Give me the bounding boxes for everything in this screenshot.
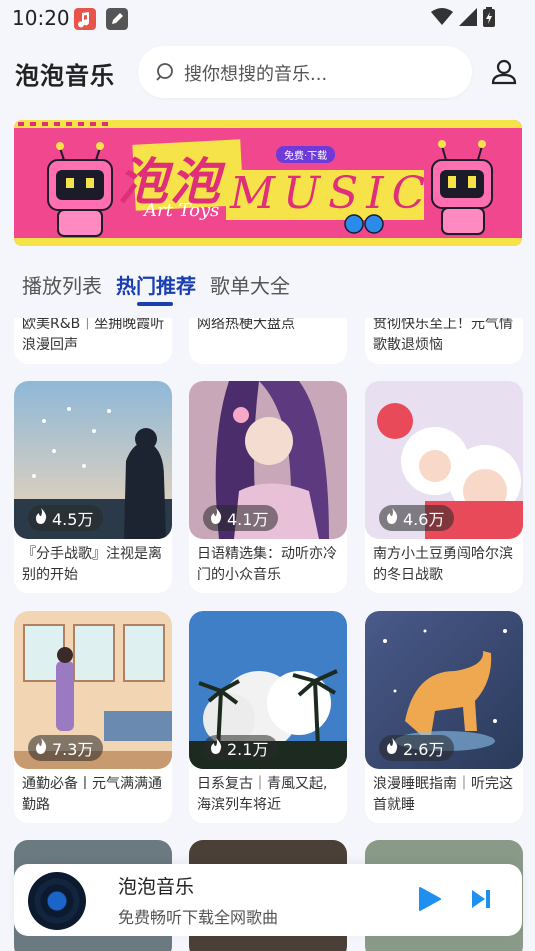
card-title: 欧美R&B｜坐拥晚霞听浪漫回声: [22, 318, 165, 353]
play-count-badge: 4.6万: [379, 505, 455, 531]
playlist-card[interactable]: 4.1万 日语精选集：动听亦冷门的小众音乐: [189, 381, 347, 593]
search-input[interactable]: 搜你想搜的音乐...: [138, 46, 472, 98]
play-count-badge: 2.1万: [203, 735, 279, 761]
playlist-cover: 7.3万: [14, 611, 172, 769]
playlist-feed[interactable]: 欧美R&B｜坐拥晚霞听浪漫回声 网络热梗大盘点 贯彻快乐至上！元气情歌散退烦恼 …: [0, 318, 535, 951]
card-title: 南方小土豆勇闯哈尔滨的冬日战歌: [373, 546, 513, 583]
card-title: 『分手战歌』注视是离别的开始: [22, 546, 162, 583]
mini-player[interactable]: 泡泡音乐 免费畅听下载全网歌曲: [14, 864, 522, 936]
playlist-cover: 2.6万: [365, 611, 523, 769]
wifi-icon: [431, 8, 453, 30]
play-count: 2.6万: [403, 740, 445, 759]
header: 泡泡音乐 搜你想搜的音乐...: [0, 36, 535, 108]
tab-playlist[interactable]: 播放列表: [22, 270, 102, 299]
note-app-notification-icon: [106, 8, 128, 30]
battery-icon: [483, 7, 495, 31]
music-app-notification-icon: [74, 8, 96, 30]
play-count: 2.1万: [227, 740, 269, 759]
search-placeholder: 搜你想搜的音乐...: [184, 64, 328, 85]
mini-player-subtitle: 免费畅听下载全网歌曲: [118, 908, 279, 927]
playlist-card[interactable]: 欧美R&B｜坐拥晚霞听浪漫回声: [14, 318, 172, 364]
playlist-cover: 4.1万: [189, 381, 347, 539]
play-count: 7.3万: [52, 740, 94, 759]
fire-icon: [209, 508, 223, 528]
card-title: 贯彻快乐至上！元气情歌散退烦恼: [373, 318, 513, 353]
playlist-cover: 4.6万: [365, 381, 523, 539]
playlist-cover: 2.1万: [189, 611, 347, 769]
active-tab-indicator: [137, 302, 173, 306]
card-title: 网络热梗大盘点: [197, 318, 295, 332]
status-bar: 10:20: [0, 0, 535, 36]
mini-player-title: 泡泡音乐: [118, 876, 195, 898]
playlist-cover: 4.5万: [14, 381, 172, 539]
tab-hot-recommend[interactable]: 热门推荐: [116, 270, 196, 299]
banner-subtitle: Art Toys: [144, 200, 220, 221]
fire-icon: [209, 738, 223, 758]
play-count-badge: 4.1万: [203, 505, 279, 531]
play-count: 4.1万: [227, 510, 269, 529]
search-icon: [156, 62, 176, 86]
card-title: 通勤必备丨元气满满通勤路: [22, 776, 162, 813]
fire-icon: [385, 738, 399, 758]
playlist-card[interactable]: 网络热梗大盘点: [189, 318, 347, 364]
playlist-card[interactable]: 2.1万 日系复古｜青風又起,海滨列车将近: [189, 611, 347, 823]
app-title: 泡泡音乐: [15, 62, 115, 90]
next-track-icon[interactable]: [470, 888, 492, 914]
banner-tag: 免费·下载: [276, 146, 336, 163]
card-title: 日系复古｜青風又起,海滨列车将近: [197, 776, 328, 813]
playlist-card[interactable]: 4.5万 『分手战歌』注视是离别的开始: [14, 381, 172, 593]
fire-icon: [34, 508, 48, 528]
signal-icon: [459, 8, 477, 30]
category-tabs: 播放列表 热门推荐 歌单大全: [0, 262, 535, 310]
album-disc-icon: [28, 872, 86, 930]
playlist-card[interactable]: 贯彻快乐至上！元气情歌散退烦恼: [365, 318, 523, 364]
fire-icon: [34, 738, 48, 758]
status-time: 10:20: [12, 6, 70, 30]
play-icon[interactable]: [418, 886, 442, 916]
user-profile-icon[interactable]: [490, 58, 518, 90]
play-count: 4.5万: [52, 510, 94, 529]
play-count-badge: 4.5万: [28, 505, 104, 531]
playlist-card[interactable]: 2.6万 浪漫睡眠指南｜听完这首就睡: [365, 611, 523, 823]
card-title: 日语精选集：动听亦冷门的小众音乐: [197, 546, 337, 583]
banner-music-text: MUSIC: [230, 168, 434, 219]
playlist-card[interactable]: 7.3万 通勤必备丨元气满满通勤路: [14, 611, 172, 823]
playlist-card[interactable]: 4.6万 南方小土豆勇闯哈尔滨的冬日战歌: [365, 381, 523, 593]
card-title: 浪漫睡眠指南｜听完这首就睡: [373, 776, 513, 813]
promo-banner[interactable]: 泡泡 MUSIC Art Toys 免费·下载: [14, 120, 522, 246]
fire-icon: [385, 508, 399, 528]
play-count-badge: 7.3万: [28, 735, 104, 761]
play-count-badge: 2.6万: [379, 735, 455, 761]
tab-playlist-collection[interactable]: 歌单大全: [210, 270, 290, 299]
play-count: 4.6万: [403, 510, 445, 529]
